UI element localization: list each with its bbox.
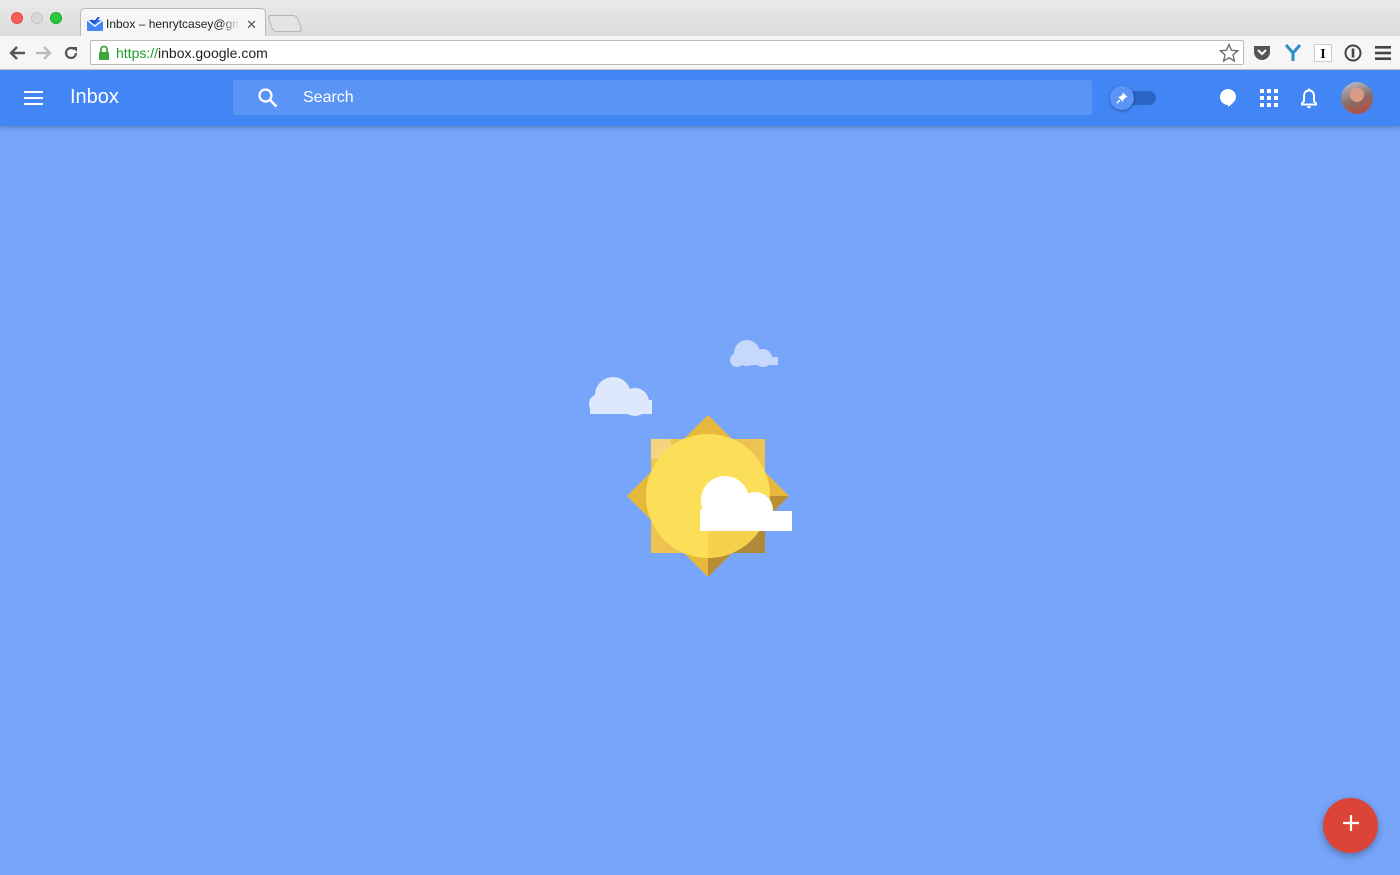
left-cloud-icon bbox=[589, 377, 652, 416]
browser-toolbar: https://inbox.google.com I bbox=[0, 36, 1400, 70]
window-minimize-button[interactable] bbox=[31, 12, 43, 24]
inbox-icon bbox=[87, 17, 103, 31]
tab-close-icon[interactable]: ✕ bbox=[246, 17, 257, 32]
inbox-app-bar: Inbox bbox=[0, 70, 1400, 126]
window-maximize-button[interactable] bbox=[50, 12, 62, 24]
address-bar[interactable]: https://inbox.google.com bbox=[90, 40, 1244, 65]
url-scheme: https:// bbox=[116, 44, 159, 61]
bookmark-star-icon[interactable] bbox=[1218, 42, 1240, 68]
browser-title-bar: Inbox – henrytcasey@gmail.com ✕ bbox=[0, 0, 1400, 37]
plus-icon bbox=[1342, 814, 1360, 837]
search-bar[interactable] bbox=[233, 80, 1092, 115]
chrome-menu-icon[interactable] bbox=[1373, 43, 1393, 63]
pocket-icon[interactable] bbox=[1252, 43, 1272, 63]
url-host: inbox.google.com bbox=[158, 44, 268, 61]
inbox-zero-sun-illustration bbox=[585, 335, 800, 585]
search-icon[interactable] bbox=[257, 87, 279, 114]
reload-icon[interactable] bbox=[60, 42, 82, 64]
compose-fab-button[interactable] bbox=[1323, 798, 1378, 853]
hangouts-icon[interactable] bbox=[1216, 86, 1240, 110]
window-close-button[interactable] bbox=[11, 12, 23, 24]
secure-lock-icon bbox=[98, 45, 110, 60]
browser-tab[interactable]: Inbox – henrytcasey@gmail.com ✕ bbox=[80, 8, 266, 37]
new-tab-button[interactable] bbox=[266, 15, 304, 32]
search-input[interactable] bbox=[303, 80, 1063, 115]
onepassword-icon[interactable] bbox=[1343, 43, 1363, 63]
y-extension-icon[interactable] bbox=[1283, 43, 1303, 63]
apps-grid-icon[interactable] bbox=[1257, 86, 1281, 110]
app-title: Inbox bbox=[70, 86, 119, 108]
back-arrow-icon[interactable] bbox=[6, 42, 28, 64]
account-avatar[interactable] bbox=[1341, 82, 1373, 114]
tab-title: Inbox – henrytcasey@gmail.com bbox=[106, 17, 241, 31]
notifications-bell-icon[interactable] bbox=[1297, 86, 1321, 110]
svg-text:I: I bbox=[1320, 47, 1325, 62]
instapaper-icon[interactable]: I bbox=[1313, 43, 1333, 63]
main-menu-icon[interactable] bbox=[24, 87, 46, 109]
forward-arrow-icon[interactable] bbox=[33, 42, 55, 64]
small-cloud-icon bbox=[730, 340, 778, 367]
pinned-toggle[interactable] bbox=[1110, 86, 1158, 110]
pin-icon bbox=[1110, 86, 1134, 110]
